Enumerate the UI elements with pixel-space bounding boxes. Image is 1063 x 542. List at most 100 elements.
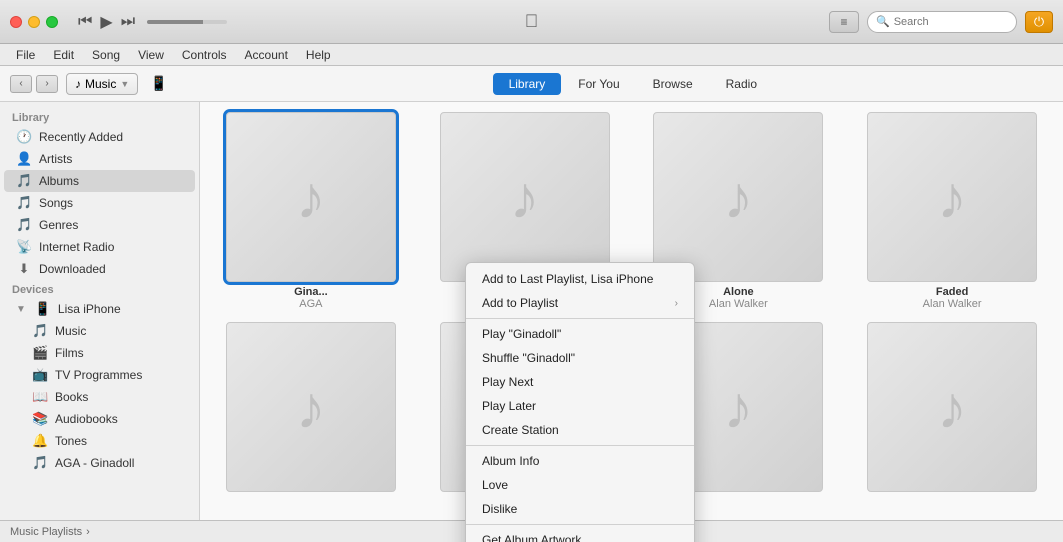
album-art-ginadoll[interactable]: ♪ xyxy=(226,112,396,282)
content-area: ♪ Gina... AGA ♪ ♪ Alone Alan Walker ♪ xyxy=(200,102,1063,542)
recently-added-icon: 🕐 xyxy=(16,129,32,145)
sidebar-item-lisa-iphone[interactable]: ▼ 📱 Lisa iPhone xyxy=(4,298,195,320)
source-selector[interactable]: ♪ Music ▼ xyxy=(66,73,138,95)
ctx-play-ginadoll[interactable]: Play "Ginadoll" xyxy=(466,322,694,346)
minimize-button[interactable] xyxy=(28,16,40,28)
transport-controls: ⏮ ▶ ⏭ xyxy=(78,12,227,32)
ctx-shuffle-ginadoll[interactable]: Shuffle "Ginadoll" xyxy=(466,346,694,370)
sidebar-label-artists: Artists xyxy=(39,152,72,166)
title-bar-right: ≡ 🔍 ⏻ xyxy=(829,11,1053,33)
sidebar-item-tv[interactable]: 📺 TV Programmes xyxy=(4,364,195,386)
device-icon[interactable]: 📱 xyxy=(150,75,167,92)
close-button[interactable] xyxy=(10,16,22,28)
sidebar-label-albums: Albums xyxy=(39,174,79,188)
fastforward-button[interactable]: ⏭ xyxy=(121,13,135,31)
menu-view[interactable]: View xyxy=(130,46,172,64)
sidebar-item-tones[interactable]: 🔔 Tones xyxy=(4,430,195,452)
album-card-8[interactable]: ♪ xyxy=(851,322,1053,492)
tv-icon: 📺 xyxy=(32,367,48,383)
sidebar-item-aga-ginadoll[interactable]: 🎵 AGA - Ginadoll xyxy=(4,452,195,474)
maximize-button[interactable] xyxy=(46,16,58,28)
menu-help[interactable]: Help xyxy=(298,46,339,64)
album-title-faded: Faded xyxy=(936,286,968,298)
sidebar-label-internet-radio: Internet Radio xyxy=(39,240,114,254)
sidebar-label-lisa-iphone: Lisa iPhone xyxy=(58,302,121,316)
tab-for-you[interactable]: For You xyxy=(562,73,635,95)
genres-icon: 🎵 xyxy=(16,217,32,233)
tab-browse[interactable]: Browse xyxy=(637,73,709,95)
tab-group: Library For You Browse Radio xyxy=(493,73,773,95)
search-icon: 🔍 xyxy=(876,15,890,28)
tab-library[interactable]: Library xyxy=(493,73,562,95)
play-button[interactable]: ▶ xyxy=(100,12,112,32)
music-note-icon-5: ♪ xyxy=(296,373,326,442)
sidebar-item-albums[interactable]: 🎵 Albums xyxy=(4,170,195,192)
list-view-button[interactable]: ≡ xyxy=(829,11,859,33)
artists-icon: 👤 xyxy=(16,151,32,167)
ctx-create-station[interactable]: Create Station xyxy=(466,418,694,442)
sidebar-item-internet-radio[interactable]: 📡 Internet Radio xyxy=(4,236,195,258)
sidebar-item-artists[interactable]: 👤 Artists xyxy=(4,148,195,170)
sidebar-item-music[interactable]: 🎵 Music xyxy=(4,320,195,342)
search-input[interactable] xyxy=(894,16,1008,28)
music-note-icon-8: ♪ xyxy=(937,373,967,442)
ctx-dislike[interactable]: Dislike xyxy=(466,497,694,521)
sidebar-label-genres: Genres xyxy=(39,218,78,232)
sidebar-label-films: Films xyxy=(55,346,84,360)
ctx-play-next[interactable]: Play Next xyxy=(466,370,694,394)
ctx-get-album-artwork[interactable]: Get Album Artwork xyxy=(466,528,694,542)
account-icon: ⏻ xyxy=(1034,14,1044,30)
music-playlists-button[interactable]: Music Playlists › xyxy=(10,526,90,538)
album-art-alone[interactable]: ♪ xyxy=(653,112,823,282)
menu-account[interactable]: Account xyxy=(237,46,296,64)
ctx-separator-2 xyxy=(466,445,694,446)
tab-radio[interactable]: Radio xyxy=(710,73,773,95)
music-note-icon-7: ♪ xyxy=(723,373,753,442)
menu-bar: File Edit Song View Controls Account Hel… xyxy=(0,44,1063,66)
sidebar-item-songs[interactable]: 🎵 Songs xyxy=(4,192,195,214)
sidebar-item-audiobooks[interactable]: 📚 Audiobooks xyxy=(4,408,195,430)
sidebar-item-recently-added[interactable]: 🕐 Recently Added xyxy=(4,126,195,148)
music-note-icon: ♪ xyxy=(75,77,81,91)
sidebar-label-downloaded: Downloaded xyxy=(39,262,106,276)
ctx-add-to-last-playlist[interactable]: Add to Last Playlist, Lisa iPhone xyxy=(466,267,694,291)
volume-slider[interactable] xyxy=(147,20,227,24)
source-label: Music xyxy=(85,77,116,91)
menu-edit[interactable]: Edit xyxy=(45,46,82,64)
sidebar-label-tones: Tones xyxy=(55,434,87,448)
album-art-2[interactable]: ♪ xyxy=(440,112,610,282)
context-menu: Add to Last Playlist, Lisa iPhone Add to… xyxy=(465,262,695,542)
sidebar-item-genres[interactable]: 🎵 Genres xyxy=(4,214,195,236)
menu-controls[interactable]: Controls xyxy=(174,46,235,64)
nav-forward-button[interactable]: › xyxy=(36,75,58,93)
library-header: Library xyxy=(0,108,199,126)
rewind-button[interactable]: ⏮ xyxy=(78,13,92,31)
nav-back-button[interactable]: ‹ xyxy=(10,75,32,93)
devices-header: Devices xyxy=(0,280,199,298)
sidebar-label-tv: TV Programmes xyxy=(55,368,142,382)
films-icon: 🎬 xyxy=(32,345,48,361)
sidebar-label-songs: Songs xyxy=(39,196,73,210)
album-card-5[interactable]: ♪ xyxy=(210,322,412,492)
sidebar-item-books[interactable]: 📖 Books xyxy=(4,386,195,408)
menu-song[interactable]: Song xyxy=(84,46,128,64)
account-button[interactable]: ⏻ xyxy=(1025,11,1053,33)
album-artist-alone: Alan Walker xyxy=(709,298,768,310)
album-card-faded[interactable]: ♪ Faded Alan Walker xyxy=(851,112,1053,310)
album-art-8[interactable]: ♪ xyxy=(867,322,1037,492)
album-title-alone: Alone xyxy=(723,286,754,298)
album-art-5[interactable]: ♪ xyxy=(226,322,396,492)
sidebar-item-films[interactable]: 🎬 Films xyxy=(4,342,195,364)
main-layout: Library 🕐 Recently Added 👤 Artists 🎵 Alb… xyxy=(0,102,1063,542)
sidebar: Library 🕐 Recently Added 👤 Artists 🎵 Alb… xyxy=(0,102,200,542)
album-art-faded[interactable]: ♪ xyxy=(867,112,1037,282)
ctx-album-info[interactable]: Album Info xyxy=(466,449,694,473)
album-card-ginadoll[interactable]: ♪ Gina... AGA xyxy=(210,112,412,310)
ctx-play-later[interactable]: Play Later xyxy=(466,394,694,418)
search-box[interactable]: 🔍 xyxy=(867,11,1017,33)
secondary-bar: ‹ › ♪ Music ▼ 📱 Library For You Browse R… xyxy=(0,66,1063,102)
sidebar-item-downloaded[interactable]: ⬇ Downloaded xyxy=(4,258,195,280)
menu-file[interactable]: File xyxy=(8,46,43,64)
ctx-love[interactable]: Love xyxy=(466,473,694,497)
ctx-add-to-playlist[interactable]: Add to Playlist › xyxy=(466,291,694,315)
